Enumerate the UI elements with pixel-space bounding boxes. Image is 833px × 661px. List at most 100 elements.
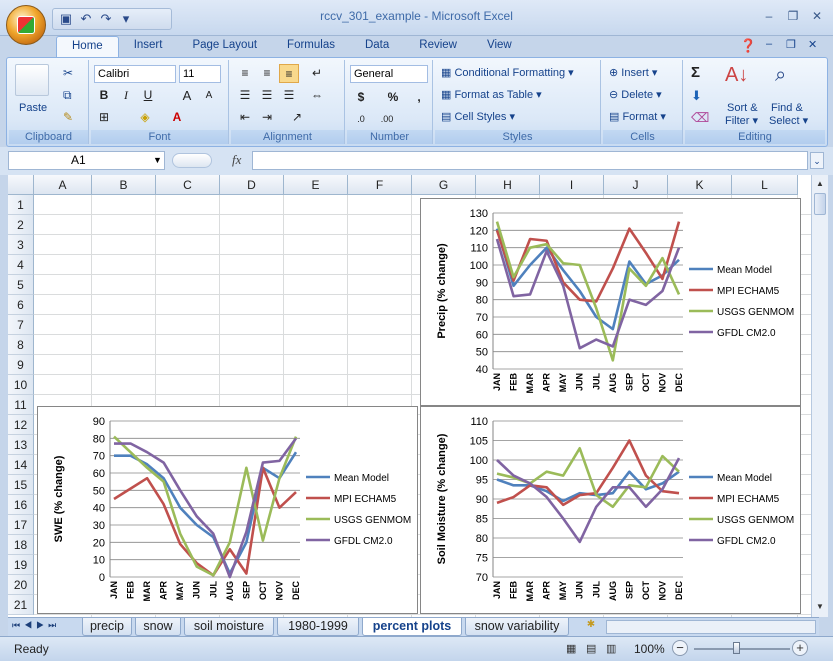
row-header-11[interactable]: 11 — [8, 395, 34, 415]
orientation-icon[interactable]: ↗ — [287, 108, 307, 127]
font-color-icon[interactable]: A — [167, 108, 187, 127]
conditional-formatting-button[interactable]: ▦ Conditional Formatting ▾ — [441, 66, 574, 79]
page-break-view-icon[interactable]: ▥ — [606, 642, 616, 655]
sort-filter-icon[interactable]: A↓ — [725, 64, 748, 87]
name-box[interactable]: A1 — [8, 151, 165, 170]
column-header-B[interactable]: B — [92, 175, 156, 195]
grow-font-icon[interactable]: A — [177, 86, 197, 105]
row-header-17[interactable]: 17 — [8, 515, 34, 535]
zoom-slider-thumb[interactable] — [733, 642, 740, 654]
format-cells-button[interactable]: ▤ Format ▾ — [609, 110, 666, 123]
sort-label[interactable]: Sort & — [727, 102, 758, 114]
ribbon-restore-icon[interactable]: ❐ — [786, 38, 796, 51]
merge-center-icon[interactable]: ⇔ — [307, 86, 327, 105]
column-header-H[interactable]: H — [476, 175, 540, 195]
row-header-3[interactable]: 3 — [8, 235, 34, 255]
expand-formula-bar-icon[interactable]: ⌄ — [810, 152, 824, 169]
column-header-I[interactable]: I — [540, 175, 604, 195]
workbook-close-icon[interactable]: ✕ — [808, 38, 817, 51]
insert-sheet-icon[interactable]: ✱ — [582, 619, 600, 635]
italic-button[interactable]: I — [116, 86, 136, 105]
row-header-18[interactable]: 18 — [8, 535, 34, 555]
soil-moisture-chart[interactable]: 70 75 80 85 90 95 100 105 110 Soil Moisture (% ch… — [420, 406, 801, 614]
row-header-6[interactable]: 6 — [8, 295, 34, 315]
align-left-icon[interactable]: ☰ — [235, 86, 255, 105]
sheet-tab-snow-variability[interactable]: snow variability — [465, 618, 569, 636]
borders-icon[interactable]: ⊞ — [94, 108, 114, 127]
wrap-text-icon[interactable]: ↵ — [307, 64, 327, 83]
zoom-out-icon[interactable]: − — [672, 640, 688, 656]
row-header-16[interactable]: 16 — [8, 495, 34, 515]
sheet-nav-icons[interactable]: ⏮◀▶⏭ — [12, 620, 60, 631]
scroll-thumb[interactable] — [814, 193, 826, 215]
bold-button[interactable]: B — [94, 86, 114, 105]
number-format-select[interactable]: General — [350, 65, 428, 83]
tab-view[interactable]: View — [472, 36, 527, 58]
column-header-E[interactable]: E — [284, 175, 348, 195]
column-header-J[interactable]: J — [604, 175, 668, 195]
column-header-K[interactable]: K — [668, 175, 732, 195]
delete-cells-button[interactable]: ⊖ Delete ▾ — [609, 88, 662, 101]
insert-cells-button[interactable]: ⊕ Insert ▾ — [609, 66, 657, 79]
paste-button[interactable]: Paste — [19, 102, 47, 114]
autosum-button[interactable]: Σ — [691, 64, 700, 81]
align-right-icon[interactable]: ☰ — [279, 86, 299, 105]
sort-filter-button[interactable]: Filter ▾ — [725, 114, 758, 127]
worksheet-grid[interactable]: ABCDEFGHIJKL 1 2 3 4 5 6 7 8 9 10 11 12 13 14 15 16 17 18… — [8, 175, 819, 617]
fill-color-icon[interactable]: ◈ — [135, 108, 155, 127]
sheet-tab-snow[interactable]: snow — [135, 618, 181, 636]
cell-styles-button[interactable]: ▤ Cell Styles ▾ — [441, 110, 515, 123]
column-header-L[interactable]: L — [732, 175, 798, 195]
column-header-C[interactable]: C — [156, 175, 220, 195]
row-header-1[interactable]: 1 — [8, 195, 34, 215]
column-header-A[interactable]: A — [34, 175, 92, 195]
horizontal-scrollbar[interactable] — [606, 620, 816, 634]
zoom-in-icon[interactable]: + — [792, 640, 808, 656]
sheet-tab-1980-1999[interactable]: 1980-1999 — [277, 618, 359, 636]
help-icon[interactable]: ❓ — [740, 38, 756, 54]
format-painter-icon[interactable]: ✎ — [63, 110, 73, 124]
tab-data[interactable]: Data — [350, 36, 404, 58]
align-middle-icon[interactable]: ≡ — [257, 64, 277, 83]
ribbon-minimize-icon[interactable]: – — [766, 38, 772, 50]
row-header-5[interactable]: 5 — [8, 275, 34, 295]
format-as-table-button[interactable]: ▦ Format as Table ▾ — [441, 88, 542, 101]
scroll-up-icon[interactable]: ▲ — [813, 176, 827, 192]
align-center-icon[interactable]: ☰ — [257, 86, 277, 105]
fill-icon[interactable]: ⬇ — [691, 88, 702, 104]
decrease-indent-icon[interactable]: ⇤ — [235, 108, 255, 127]
name-box-dropdown-icon[interactable]: ▼ — [153, 155, 162, 165]
column-header-F[interactable]: F — [348, 175, 412, 195]
paste-icon[interactable] — [15, 64, 49, 96]
row-header-12[interactable]: 12 — [8, 415, 34, 435]
binoculars-icon[interactable]: ⌕ — [775, 64, 786, 87]
sheet-tab-soil-moisture[interactable]: soil moisture — [184, 618, 274, 636]
row-header-14[interactable]: 14 — [8, 455, 34, 475]
tab-page-layout[interactable]: Page Layout — [177, 36, 272, 58]
copy-icon[interactable]: ⧉ — [63, 88, 72, 103]
align-top-icon[interactable]: ≡ — [235, 64, 255, 83]
normal-view-icon[interactable]: ▦ — [566, 642, 576, 655]
tab-insert[interactable]: Insert — [119, 36, 178, 58]
zoom-level[interactable]: 100% — [634, 642, 665, 656]
row-header-20[interactable]: 20 — [8, 575, 34, 595]
maximize-icon[interactable]: ❐ — [784, 8, 802, 24]
row-header-8[interactable]: 8 — [8, 335, 34, 355]
row-header-19[interactable]: 19 — [8, 555, 34, 575]
comma-button[interactable]: , — [409, 88, 429, 107]
clear-icon[interactable]: ⌫ — [691, 110, 709, 126]
find-label[interactable]: Find & — [771, 102, 803, 114]
formula-input[interactable] — [252, 151, 808, 170]
formula-bar-toggle-icon[interactable] — [172, 153, 212, 168]
column-header-G[interactable]: G — [412, 175, 476, 195]
select-all-corner[interactable] — [8, 175, 34, 195]
row-header-7[interactable]: 7 — [8, 315, 34, 335]
minimize-icon[interactable]: – — [760, 8, 778, 24]
shrink-font-icon[interactable]: A — [199, 86, 219, 105]
font-family-select[interactable]: Calibri — [94, 65, 176, 83]
row-header-13[interactable]: 13 — [8, 435, 34, 455]
currency-button[interactable]: $ — [351, 88, 371, 107]
percent-button[interactable]: % — [383, 88, 403, 107]
row-header-15[interactable]: 15 — [8, 475, 34, 495]
column-header-D[interactable]: D — [220, 175, 284, 195]
